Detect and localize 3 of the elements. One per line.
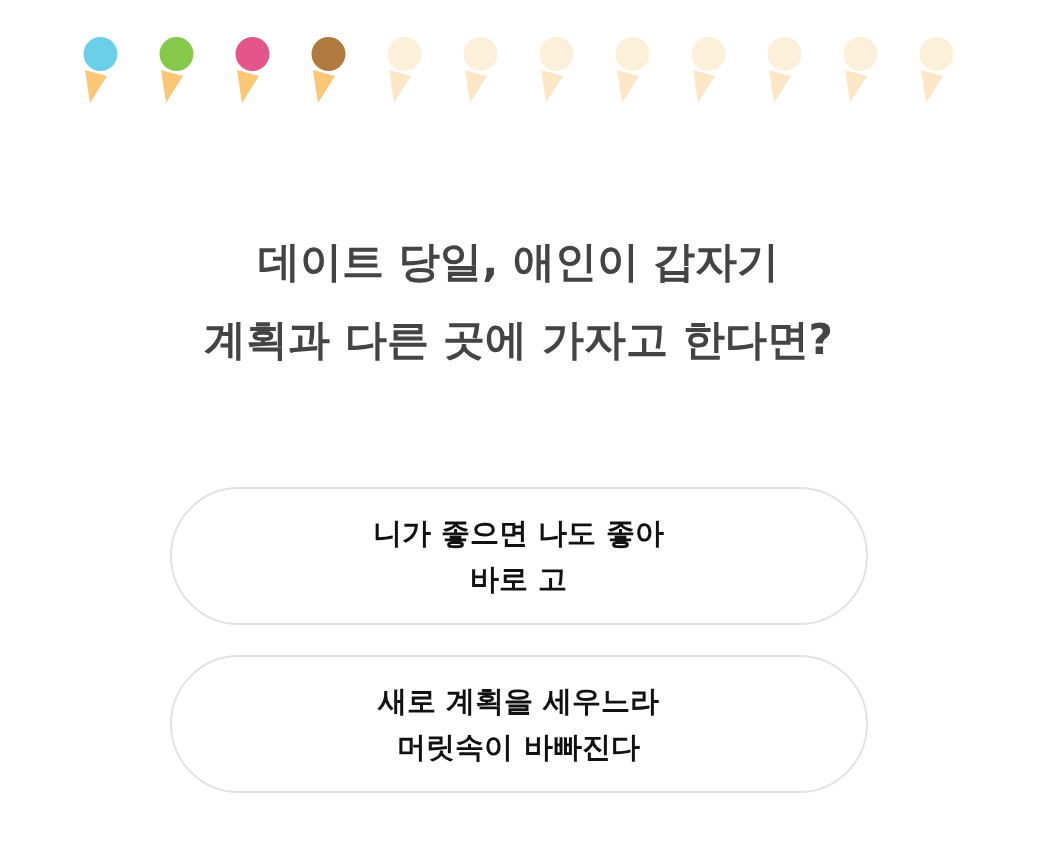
answer-button[interactable]: 니가 좋으면 나도 좋아 바로 고: [169, 487, 868, 625]
answer-button[interactable]: 새로 계획을 세우느라 머릿속이 바빠진다: [169, 655, 868, 793]
question-text: 데이트 당일, 애인이 갑자기 계획과 다른 곳에 가자고 한다면?: [204, 236, 833, 366]
